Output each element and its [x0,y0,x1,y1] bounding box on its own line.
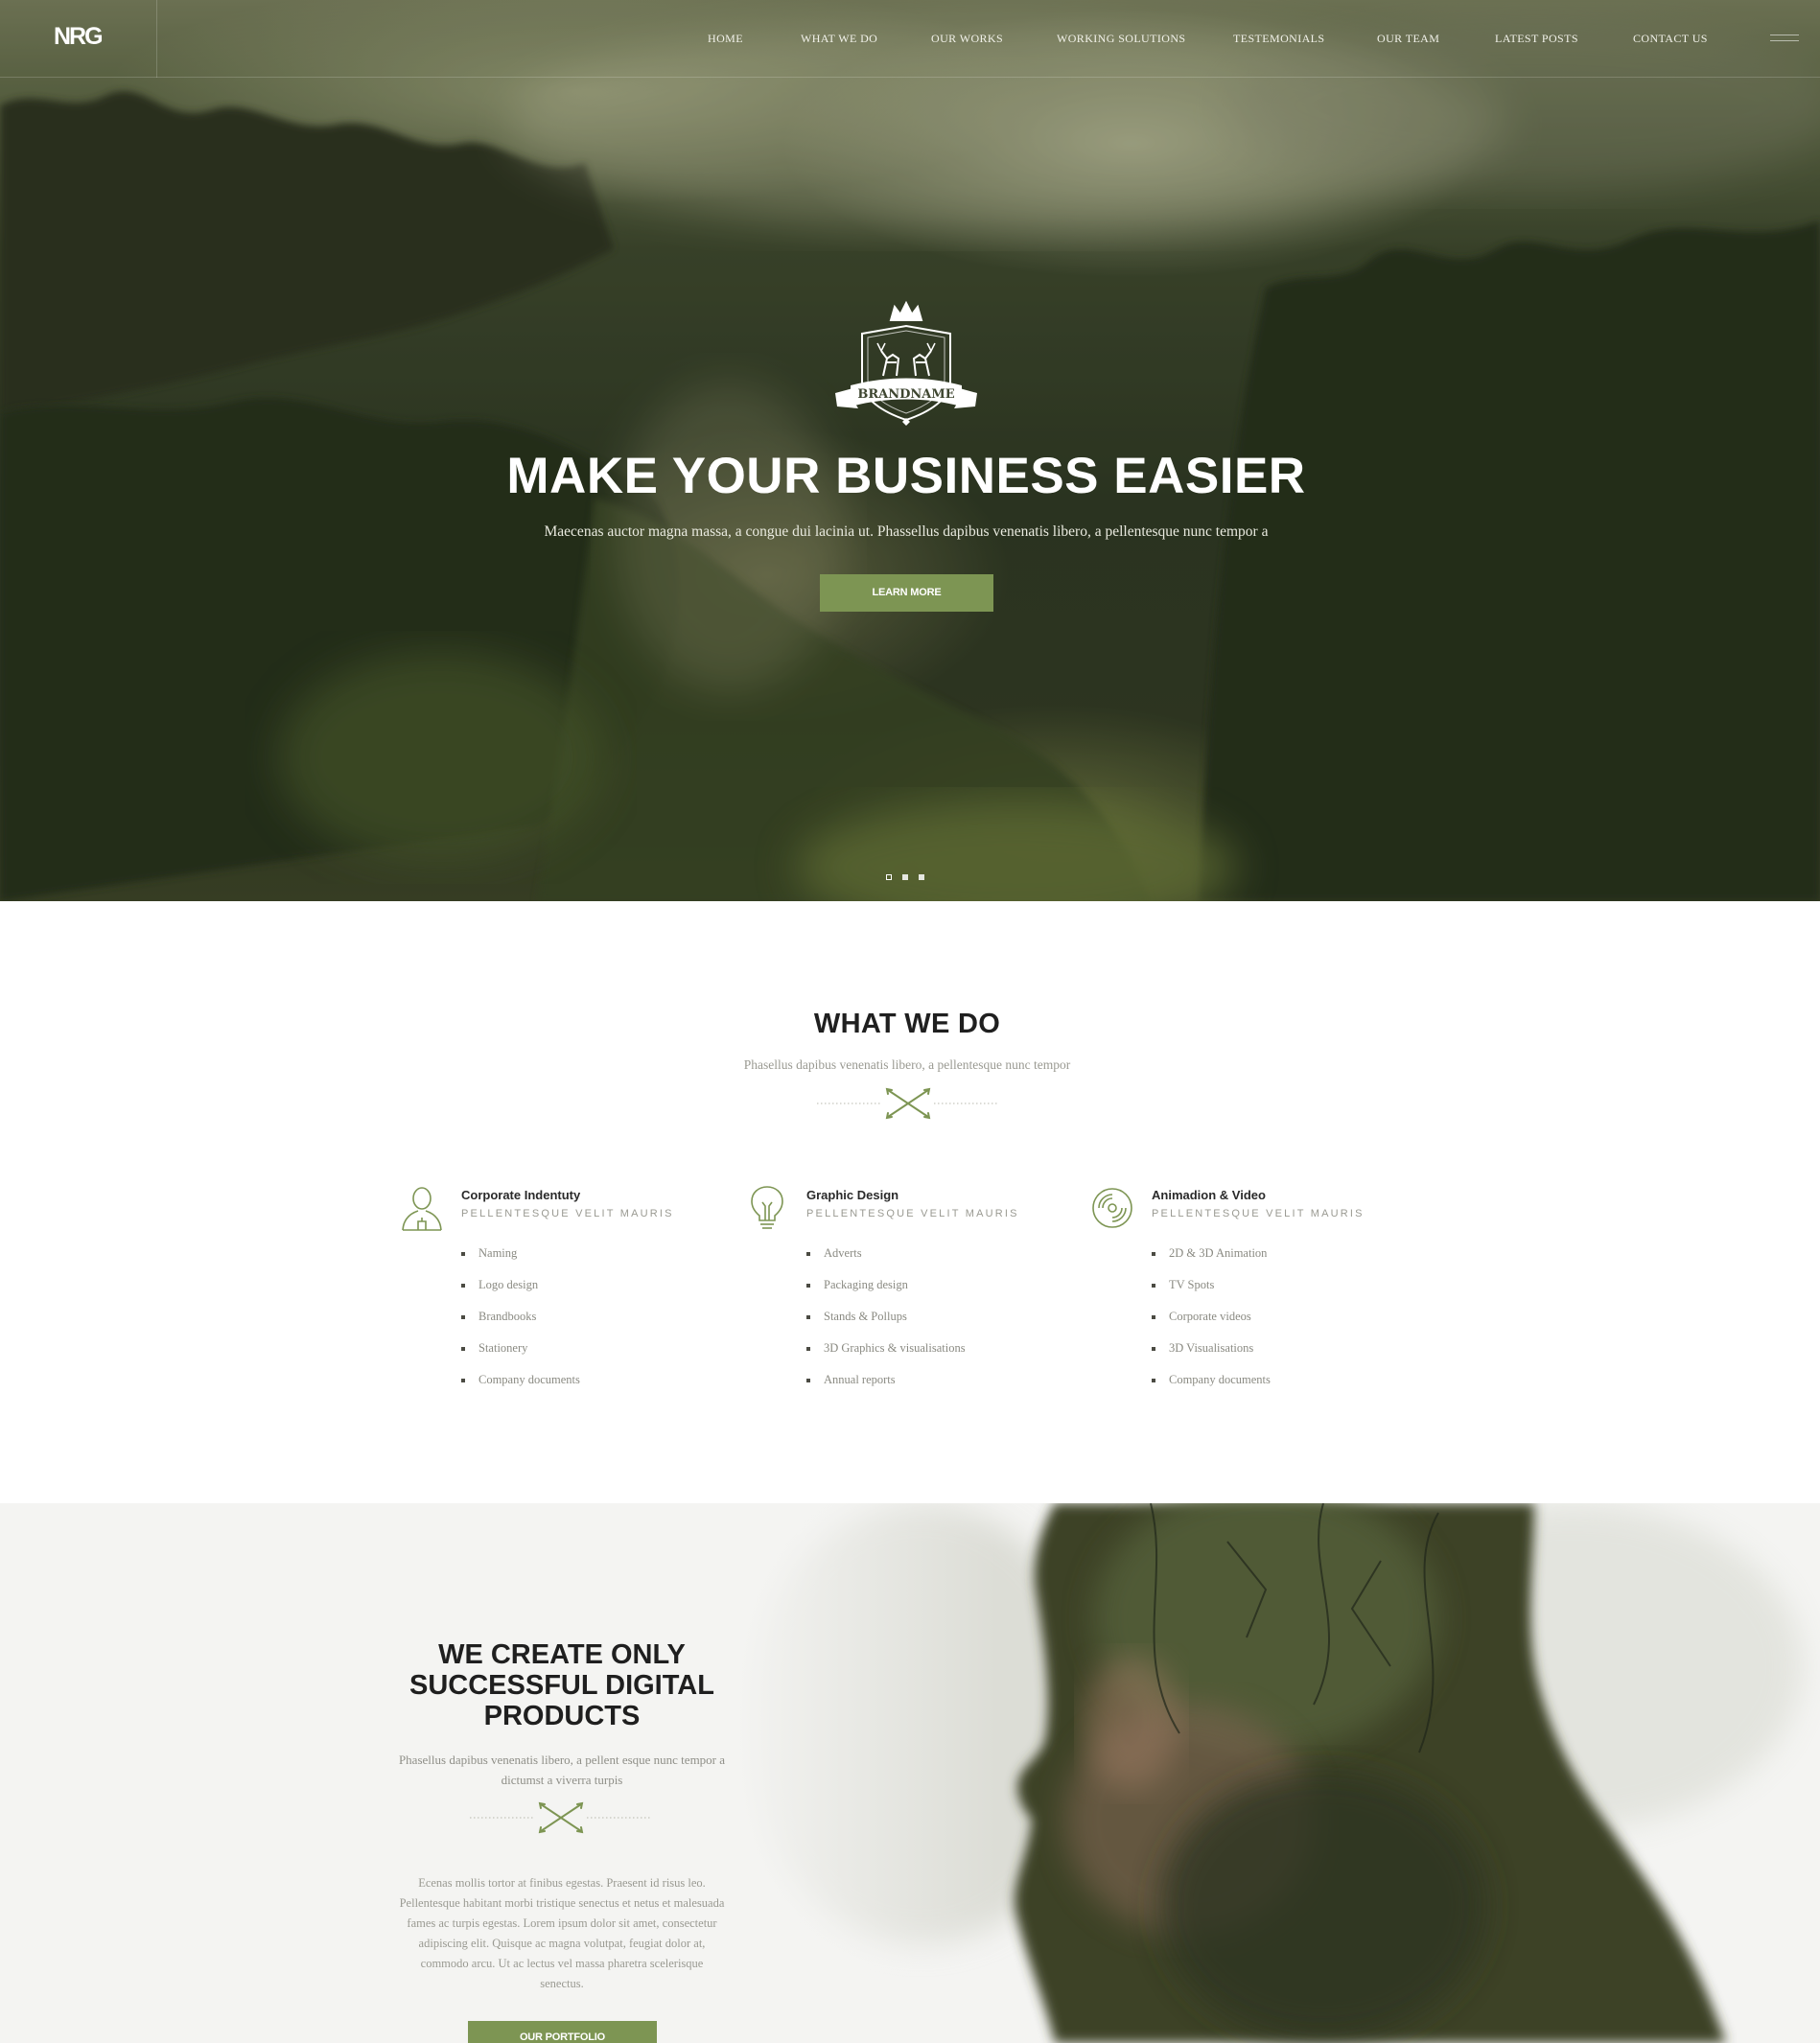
service-corporate-identity: Corporate Indentuty PELLENTESQUE VELIT M… [401,1185,708,1425]
menu-toggle-icon[interactable] [1770,35,1799,42]
service-title: Graphic Design [806,1188,899,1202]
nav-latest-posts[interactable]: LATEST POSTS [1495,32,1578,46]
lightbulb-icon [751,1186,783,1229]
hero-subtitle: Maecenas auctor magna massa, a congue du… [544,523,1269,540]
nav-working-solutions[interactable]: WORKING SOLUTIONS [1057,32,1185,46]
create-body-text: Ecenas mollis tortor at finibus egestas.… [399,1876,725,1990]
slider-dot-3[interactable] [919,874,924,880]
hero-title: MAKE YOUR BUSINESS EASIER [506,448,1306,504]
what-we-do-section: WHAT WE DO Phasellus dapibus venenatis l… [0,901,1820,1503]
list-item: Stands & Pollups [806,1310,966,1341]
our-portfolio-button[interactable]: OUR PORTFOLIO [468,2021,657,2043]
vinyl-disc-icon [1092,1188,1132,1228]
list-item: Packaging design [806,1278,966,1310]
list-item: Company documents [461,1373,580,1405]
nav-our-team[interactable]: OUR TEAM [1377,32,1439,46]
nav-what-we-do[interactable]: WHAT WE DO [801,32,877,46]
create-subtitle: Phasellus dapibus venenatis libero, a pe… [398,1753,726,1787]
service-list: Naming Logo design Brandbooks Stationery… [461,1246,580,1405]
list-item: TV Spots [1152,1278,1271,1310]
create-title-line-1: WE CREATE ONLY [438,1639,686,1670]
double-exposure-portrait-image [729,1503,1803,2043]
list-item: Annual reports [806,1373,966,1405]
list-item: Corporate videos [1152,1310,1271,1341]
crossed-arrows-divider-icon [470,1801,652,1834]
crossed-arrows-divider-icon [817,1087,999,1120]
person-icon [402,1187,442,1231]
nav-home[interactable]: HOME [708,32,743,46]
service-title: Animadion & Video [1152,1188,1266,1202]
service-list: Adverts Packaging design Stands & Pollup… [806,1246,966,1405]
list-item: Naming [461,1246,580,1278]
list-item: 3D Visualisations [1152,1341,1271,1373]
hero-section: NRG HOME WHAT WE DO OUR WORKS WORKING SO… [0,0,1820,901]
top-navigation-bar: NRG HOME WHAT WE DO OUR WORKS WORKING SO… [0,0,1820,78]
nav-contact-us[interactable]: CONTACT US [1633,32,1708,46]
nav-our-works[interactable]: OUR WORKS [931,32,1003,46]
list-item: Company documents [1152,1373,1271,1405]
slider-dot-1[interactable] [886,874,892,880]
slider-dot-2[interactable] [902,874,908,880]
service-tagline: PELLENTESQUE VELIT MAURIS [461,1208,674,1219]
service-list: 2D & 3D Animation TV Spots Corporate vid… [1152,1246,1271,1405]
service-tagline: PELLENTESQUE VELIT MAURIS [806,1208,1019,1219]
list-item: 3D Graphics & visualisations [806,1341,966,1373]
service-title: Corporate Indentuty [461,1188,581,1202]
list-item: Adverts [806,1246,966,1278]
service-graphic-design: Graphic Design PELLENTESQUE VELIT MAURIS… [746,1185,1053,1425]
nav-testemonials[interactable]: TESTEMONIALS [1233,32,1324,46]
create-title-line-2: SUCCESSFUL DIGITAL [409,1670,714,1701]
list-item: Brandbooks [461,1310,580,1341]
service-animation-video: Animadion & Video PELLENTESQUE VELIT MAU… [1091,1185,1398,1425]
emblem-text: BRANDNAME [857,387,954,402]
what-we-do-subtitle: Phasellus dapibus venenatis libero, a pe… [743,1057,1071,1072]
main-nav: HOME WHAT WE DO OUR WORKS WORKING SOLUTI… [0,32,1820,45]
list-item: Logo design [461,1278,580,1310]
digital-products-section: WE CREATE ONLY SUCCESSFUL DIGITAL PRODUC… [0,1503,1820,2043]
brand-emblem-logo: BRANDNAME [835,300,977,426]
create-title: WE CREATE ONLY SUCCESSFUL DIGITAL PRODUC… [384,1639,740,1731]
list-item: Stationery [461,1341,580,1373]
create-title-line-3: PRODUCTS [483,1701,641,1731]
what-we-do-title: WHAT WE DO [813,1009,1001,1039]
service-tagline: PELLENTESQUE VELIT MAURIS [1152,1208,1365,1219]
list-item: 2D & 3D Animation [1152,1246,1271,1278]
learn-more-button[interactable]: LEARN MORE [820,574,993,612]
